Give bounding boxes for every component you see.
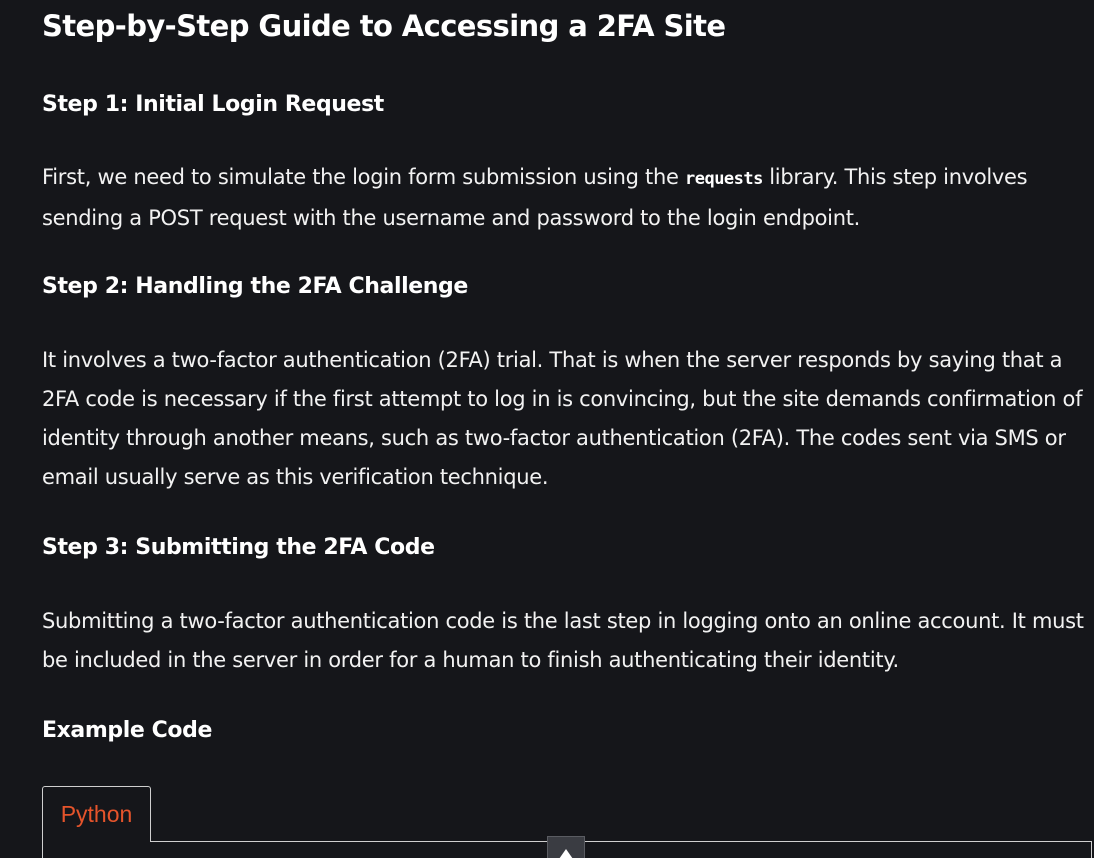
example-code-heading: Example Code bbox=[42, 718, 212, 743]
scroll-to-top-button[interactable] bbox=[547, 836, 585, 858]
inline-code-requests: requests bbox=[684, 169, 763, 189]
step-1-heading: Step 1: Initial Login Request bbox=[42, 92, 384, 117]
chevron-up-icon bbox=[559, 849, 573, 858]
step-2-paragraph: It involves a two-factor authentication … bbox=[42, 348, 1083, 489]
tab-python-label: Python bbox=[60, 801, 133, 827]
tab-python[interactable]: Python bbox=[42, 786, 151, 842]
page-title: Step-by-Step Guide to Accessing a 2FA Si… bbox=[42, 9, 726, 43]
step-3-paragraph: Submitting a two-factor authentication c… bbox=[42, 609, 1084, 672]
step-3-heading: Step 3: Submitting the 2FA Code bbox=[42, 535, 435, 560]
step-1-text-before: First, we need to simulate the login for… bbox=[42, 165, 685, 189]
step-1-paragraph: First, we need to simulate the login for… bbox=[42, 158, 1088, 238]
step-2-heading: Step 2: Handling the 2FA Challenge bbox=[42, 274, 468, 299]
